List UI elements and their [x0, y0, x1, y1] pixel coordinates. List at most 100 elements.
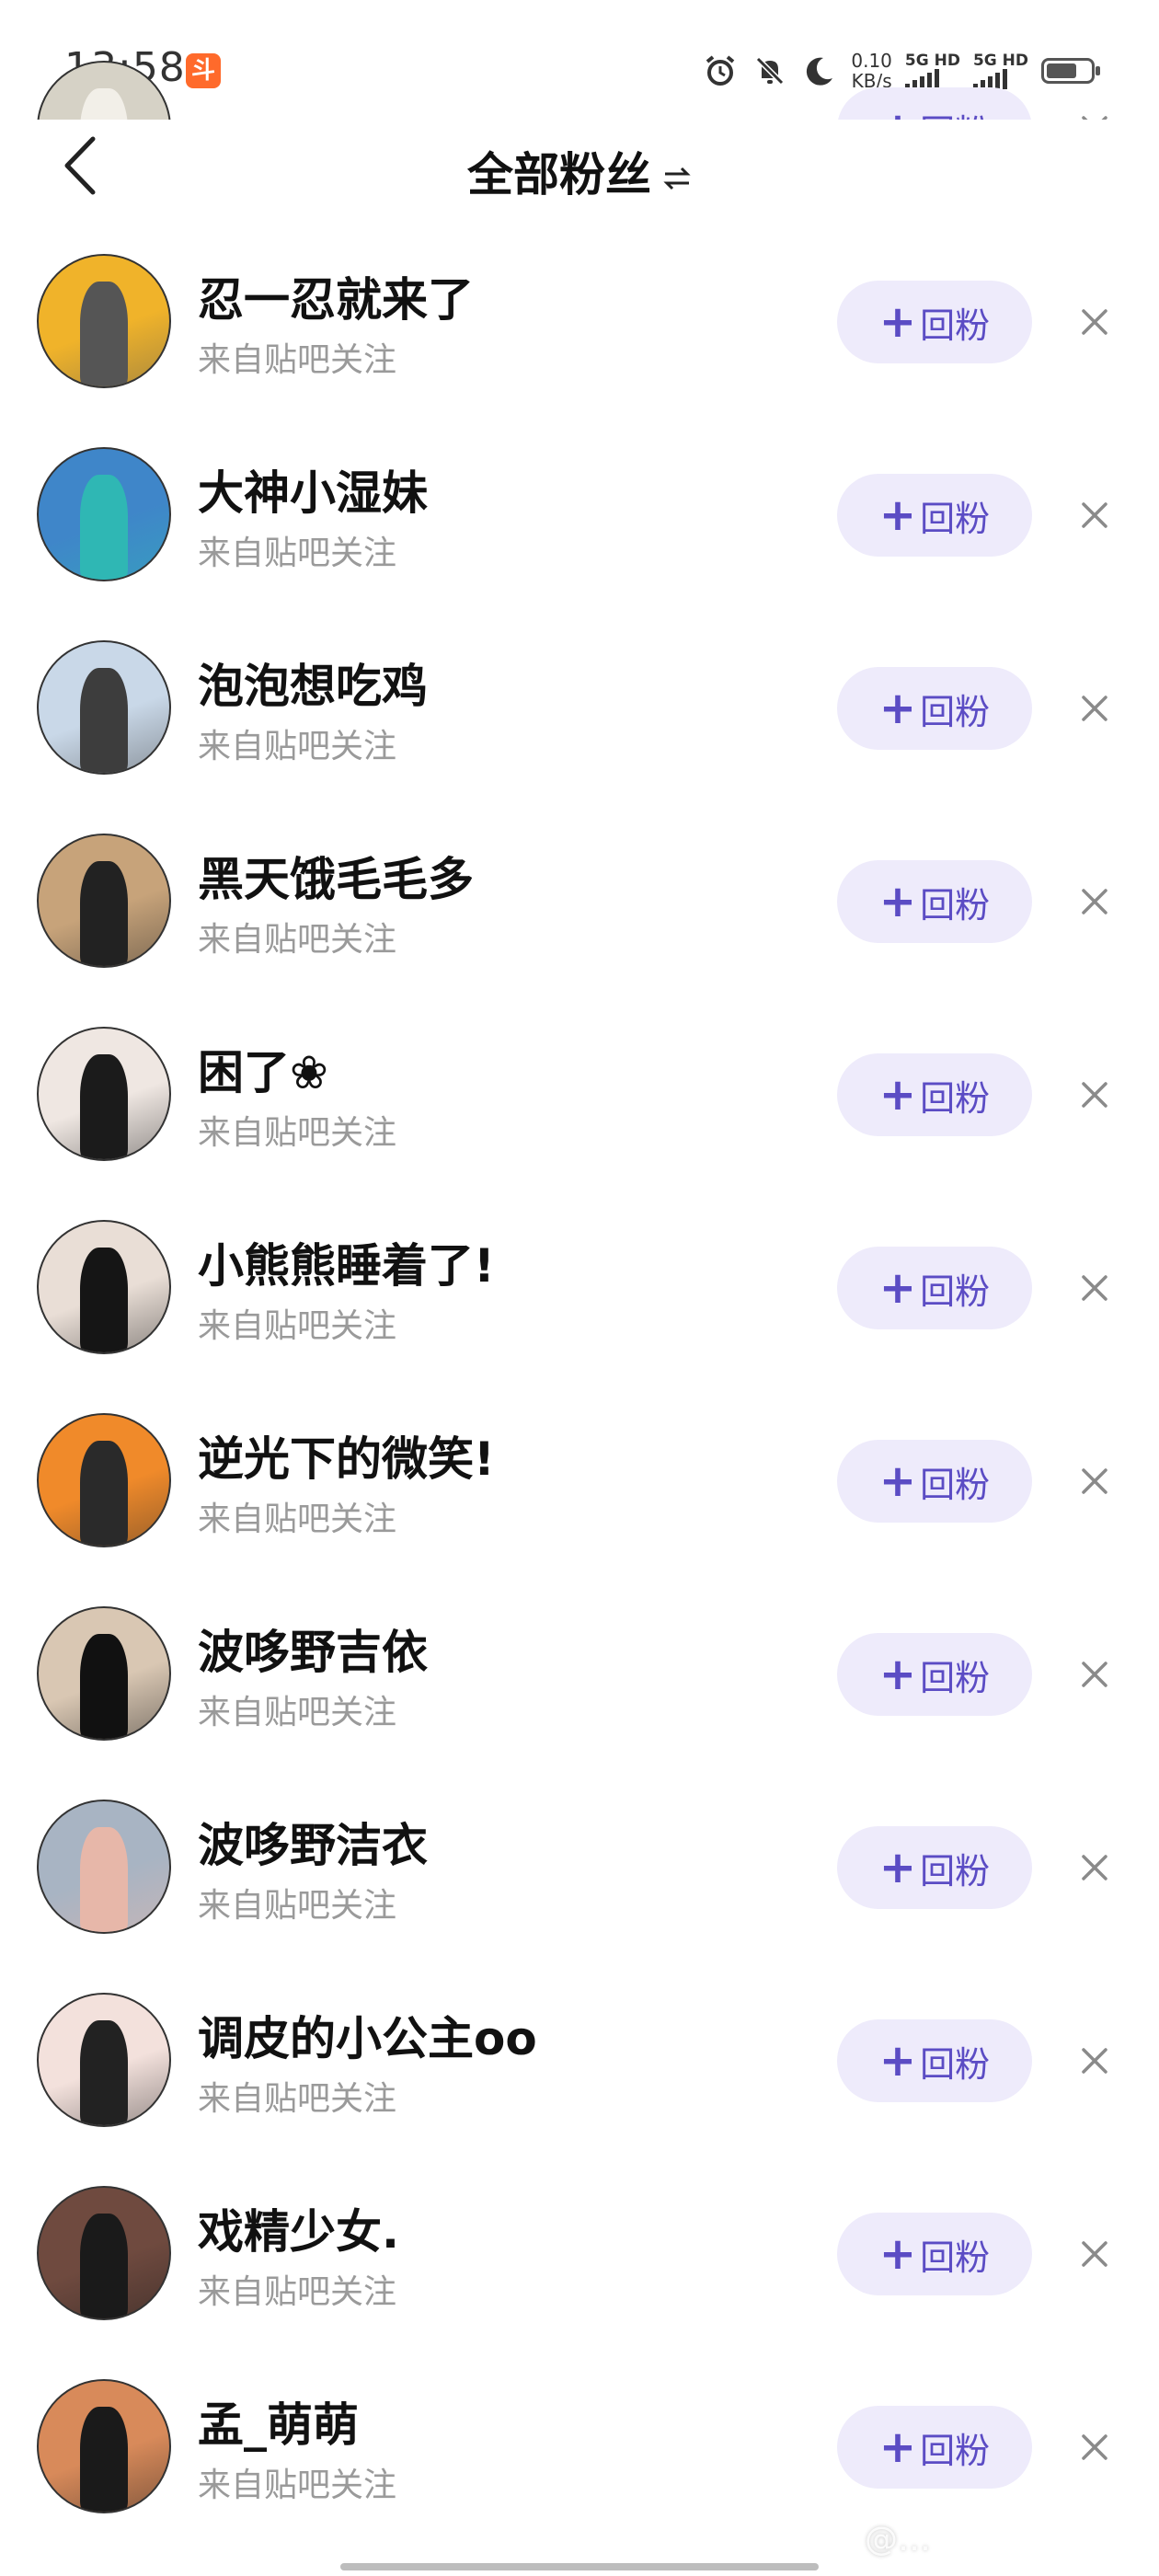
- fan-source: 来自贴吧关注: [198, 535, 397, 572]
- avatar[interactable]: [37, 447, 171, 581]
- follow-back-button[interactable]: +回粉: [837, 667, 1032, 750]
- remove-fan-button[interactable]: [1074, 302, 1115, 342]
- remove-fan-button[interactable]: [1074, 1654, 1115, 1695]
- follow-back-label: 回粉: [920, 2237, 991, 2278]
- fan-row[interactable]: 忍一忍就来了 来自贴吧关注 + 回粉: [0, 224, 1159, 418]
- avatar[interactable]: [37, 254, 171, 388]
- remove-fan-button[interactable]: [1074, 2041, 1115, 2081]
- avatar-figure: [80, 861, 128, 966]
- follow-back-button[interactable]: +回粉: [837, 1826, 1032, 1909]
- avatar[interactable]: [37, 1800, 171, 1934]
- follow-back-button[interactable]: +回粉: [837, 2406, 1032, 2489]
- remove-fan-button[interactable]: [1074, 881, 1115, 922]
- avatar-figure: [80, 1634, 128, 1739]
- plus-icon: +: [878, 1069, 917, 1121]
- fan-source: 来自贴吧关注: [198, 728, 397, 765]
- close-icon: [1082, 309, 1107, 335]
- close-icon: [1082, 1855, 1107, 1880]
- fan-list[interactable]: 来自贴吧关注 +回粉 忍一忍就来了 来自贴吧关注 +回粉 大神小湿妹 来自贴吧关…: [0, 0, 1159, 2576]
- follow-back-label: 回粉: [920, 1850, 991, 1892]
- fan-name[interactable]: 泡泡想吃鸡: [198, 650, 428, 716]
- fan-row[interactable]: 泡泡想吃鸡 来自贴吧关注 + 回粉: [0, 611, 1159, 804]
- avatar-figure: [80, 2407, 128, 2512]
- fan-source: 来自贴吧关注: [198, 1307, 397, 1345]
- home-indicator[interactable]: [340, 2563, 819, 2570]
- follow-back-button[interactable]: +回粉: [837, 474, 1032, 557]
- title-switch[interactable]: 全部粉丝: [0, 138, 1159, 204]
- plus-icon: +: [878, 2421, 917, 2473]
- follow-back-button[interactable]: +回粉: [837, 1633, 1032, 1716]
- avatar[interactable]: [37, 834, 171, 968]
- follow-back-button[interactable]: +回粉: [837, 281, 1032, 363]
- follow-back-button[interactable]: +回粉: [837, 1053, 1032, 1136]
- avatar[interactable]: [37, 1993, 171, 2127]
- watermark: @…: [865, 2521, 931, 2559]
- fan-row[interactable]: 逆光下的微笑! 来自贴吧关注 + 回粉: [0, 1384, 1159, 1577]
- avatar[interactable]: [37, 1220, 171, 1354]
- fan-name[interactable]: 波哆野吉依: [198, 1616, 428, 1682]
- remove-fan-button[interactable]: [1074, 2427, 1115, 2467]
- follow-back-button[interactable]: +回粉: [837, 2213, 1032, 2295]
- follow-back-button[interactable]: +回粉: [837, 1247, 1032, 1329]
- fan-source: 来自贴吧关注: [198, 2273, 397, 2311]
- plus-icon: +: [878, 683, 917, 734]
- plus-icon: +: [878, 876, 917, 927]
- avatar[interactable]: [37, 2186, 171, 2320]
- fan-row[interactable]: 困了❀ 来自贴吧关注 + 回粉: [0, 997, 1159, 1190]
- fan-source: 来自贴吧关注: [198, 341, 397, 379]
- follow-back-label: 回粉: [920, 691, 991, 732]
- fan-row[interactable]: 孟_萌萌 来自贴吧关注 + 回粉: [0, 2350, 1159, 2543]
- fan-row[interactable]: 调皮的小公主oo 来自贴吧关注 + 回粉: [0, 1963, 1159, 2156]
- avatar[interactable]: [37, 1413, 171, 1547]
- fan-name[interactable]: 戏精少女.: [198, 2195, 399, 2261]
- close-icon: [1082, 1275, 1107, 1301]
- fan-name[interactable]: 逆光下的微笑!: [198, 1422, 495, 1489]
- follow-back-label: 回粉: [920, 1077, 991, 1119]
- avatar-figure: [80, 2214, 128, 2318]
- remove-fan-button[interactable]: [1074, 1847, 1115, 1888]
- remove-fan-button[interactable]: [1074, 2234, 1115, 2274]
- fan-name[interactable]: 调皮的小公主oo: [198, 2002, 537, 2068]
- avatar[interactable]: [37, 2379, 171, 2513]
- fan-name[interactable]: 孟_萌萌: [198, 2388, 359, 2455]
- fan-row[interactable]: 波哆野吉依 来自贴吧关注 + 回粉: [0, 1577, 1159, 1770]
- fan-row[interactable]: 小熊熊睡着了! 来自贴吧关注 + 回粉: [0, 1190, 1159, 1384]
- avatar[interactable]: [37, 1027, 171, 1161]
- fan-name[interactable]: 小熊熊睡着了!: [198, 1229, 495, 1295]
- fan-name[interactable]: 大神小湿妹: [198, 456, 428, 523]
- fan-row[interactable]: 戏精少女. 来自贴吧关注 + 回粉: [0, 2156, 1159, 2350]
- avatar[interactable]: [37, 640, 171, 775]
- avatar-figure: [80, 1441, 128, 1546]
- fan-name[interactable]: 困了❀: [198, 1036, 328, 1102]
- follow-back-label: 回粉: [920, 884, 991, 926]
- follow-back-button[interactable]: +回粉: [837, 860, 1032, 943]
- plus-icon: +: [878, 1262, 917, 1314]
- avatar-figure: [80, 2020, 128, 2125]
- remove-fan-button[interactable]: [1074, 1461, 1115, 1501]
- plus-icon: +: [878, 2228, 917, 2280]
- avatar-figure: [80, 668, 128, 773]
- fan-name[interactable]: 忍一忍就来了: [198, 263, 474, 329]
- follow-back-button[interactable]: +回粉: [837, 2019, 1032, 2102]
- close-icon: [1082, 696, 1107, 721]
- avatar[interactable]: [37, 1606, 171, 1741]
- page-title: 全部粉丝: [467, 148, 651, 201]
- remove-fan-button[interactable]: [1074, 495, 1115, 535]
- swap-arrows-icon: [663, 167, 691, 190]
- fan-source: 来自贴吧关注: [198, 2080, 397, 2118]
- avatar-figure: [80, 475, 128, 580]
- fan-row[interactable]: 黑天饿毛毛多 来自贴吧关注 + 回粉: [0, 804, 1159, 997]
- remove-fan-button[interactable]: [1074, 688, 1115, 729]
- follow-back-label: 回粉: [920, 1271, 991, 1312]
- fan-name[interactable]: 黑天饿毛毛多: [198, 843, 474, 909]
- fan-row[interactable]: 大神小湿妹 来自贴吧关注 + 回粉: [0, 418, 1159, 611]
- remove-fan-button[interactable]: [1074, 1268, 1115, 1308]
- fan-row[interactable]: 波哆野洁衣 来自贴吧关注 + 回粉: [0, 1770, 1159, 1963]
- close-icon: [1082, 889, 1107, 914]
- close-icon: [1082, 1662, 1107, 1687]
- avatar-figure: [80, 1054, 128, 1159]
- fan-name[interactable]: 波哆野洁衣: [198, 1809, 428, 1875]
- remove-fan-button[interactable]: [1074, 1075, 1115, 1115]
- follow-back-button[interactable]: +回粉: [837, 1440, 1032, 1523]
- fan-source: 来自贴吧关注: [198, 1114, 397, 1152]
